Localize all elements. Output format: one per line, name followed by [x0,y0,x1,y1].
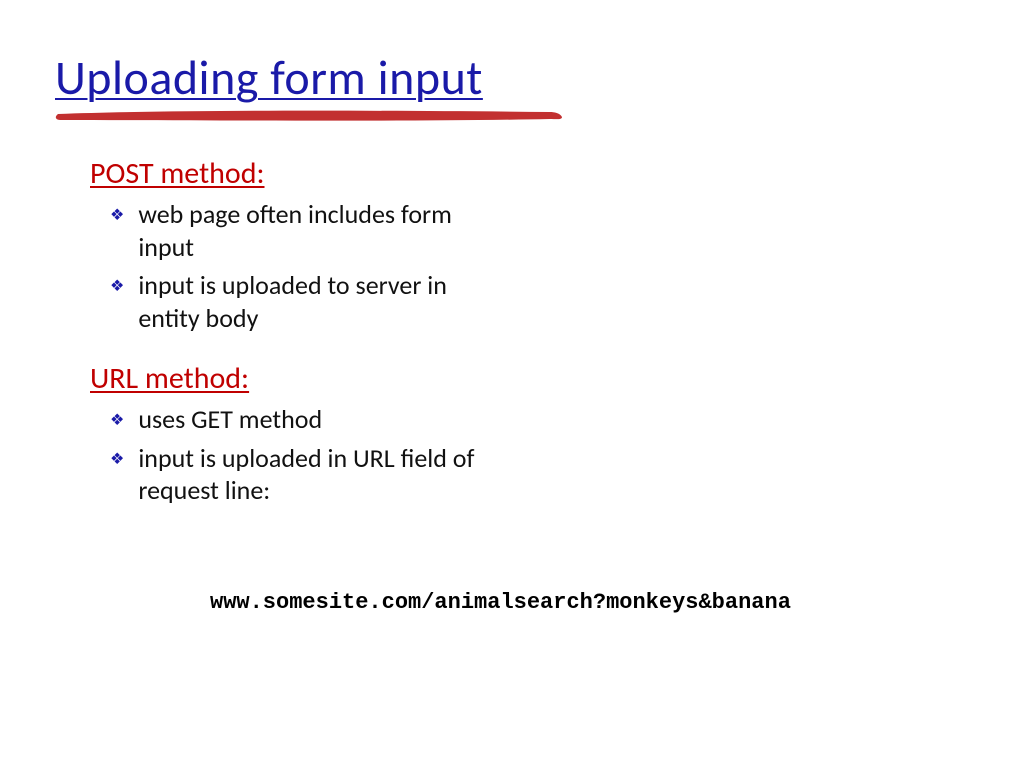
example-url-code: www.somesite.com/animalsearch?monkeys&ba… [210,590,791,615]
title-block: Uploading form input [55,48,483,107]
section-block-url: URL method: ❖ uses GET method ❖ input is… [90,360,510,507]
bullet-item: ❖ uses GET method [110,403,510,436]
section-heading-post: POST method: [90,155,510,192]
section-heading-url: URL method: [90,360,510,397]
diamond-bullet-icon: ❖ [110,450,124,470]
bullet-text: input is uploaded in URL field of reques… [138,442,510,507]
bullet-text: input is uploaded to server in entity bo… [138,269,510,334]
marker-underline-icon [50,100,570,130]
bullet-item: ❖ input is uploaded in URL field of requ… [110,442,510,507]
bullet-item: ❖ web page often includes form input [110,198,510,263]
diamond-bullet-icon: ❖ [110,277,124,297]
slide-title: Uploading form input [55,48,483,107]
bullet-text: web page often includes form input [138,198,510,263]
bullet-item: ❖ input is uploaded to server in entity … [110,269,510,334]
diamond-bullet-icon: ❖ [110,206,124,226]
slide: Uploading form input POST method: ❖ web … [0,0,1024,768]
bullet-text: uses GET method [138,403,322,436]
content-area: POST method: ❖ web page often includes f… [90,145,510,513]
diamond-bullet-icon: ❖ [110,411,124,431]
